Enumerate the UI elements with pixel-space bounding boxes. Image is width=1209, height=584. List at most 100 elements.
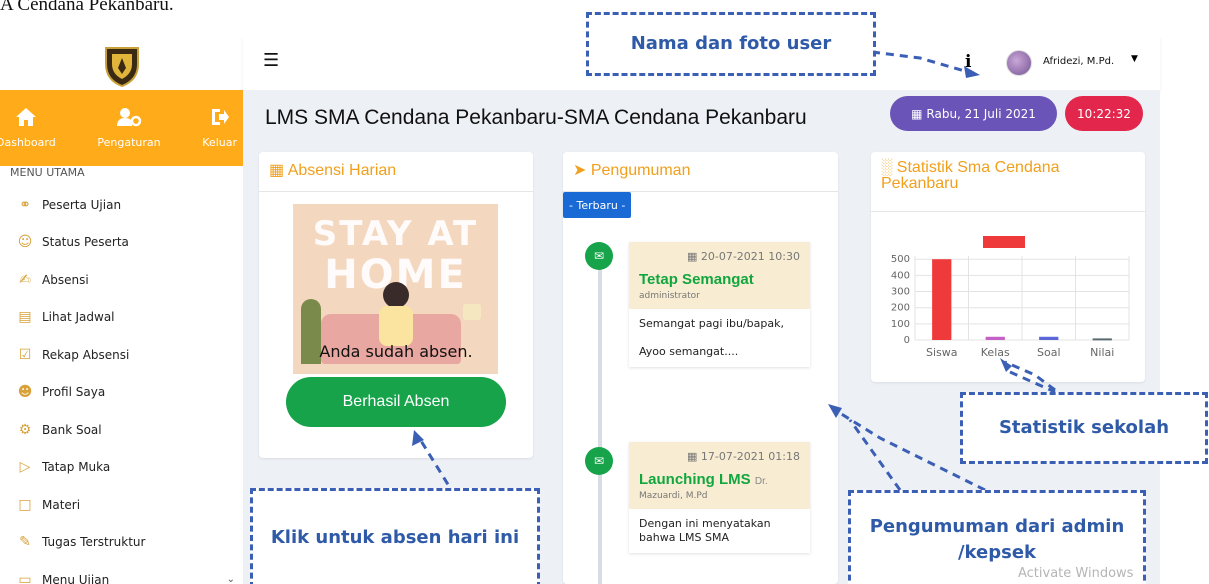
nav-dashboard-label: Dashboard [0,136,56,149]
school-logo [105,47,139,88]
absen-status-message: Anda sudah absen. [319,342,473,361]
sidebar-menu: ⚭ Peserta Ujian ☺ Status Peserta ✍ Absen… [0,186,243,584]
user-gear-icon [116,107,142,132]
announcement-title[interactable]: Launching LMS Dr. [639,471,800,488]
logout-icon [210,107,230,132]
sidebar-item-peserta-ujian[interactable]: ⚭ Peserta Ujian [0,186,243,224]
calendar-icon: ▤ [18,309,32,326]
date-text: Rabu, 21 Juli 2021 [926,106,1036,121]
sidebar-item-materi[interactable]: □ Materi [0,486,243,524]
absensi-icon: ✍ [19,271,31,288]
announcement-body: Semangat pagi ibu/bapak, Ayoo semangat..… [629,309,810,367]
bank-icon: ⚙ [18,421,32,438]
sidebar-item-label: Bank Soal [42,422,102,437]
activate-windows-watermark: Activate Windows [1018,566,1134,581]
bar-chart-icon: ░ [881,159,893,176]
sidebar-item-label: Profil Saya [42,385,106,400]
bar-nilai[interactable] [1092,338,1112,341]
x-tick-label: Soal [1037,346,1061,359]
annotation-statistik: Statistik sekolah [960,392,1208,464]
time-pill: 10:22:32 [1065,96,1143,131]
page-title: LMS SMA Cendana Pekanbaru-SMA Cendana Pe… [265,106,807,129]
home-icon [15,107,37,132]
nav-pengaturan[interactable]: Pengaturan [97,90,161,166]
bar-soal[interactable] [1039,336,1059,340]
sidebar-item-rekap-absensi[interactable]: ☑ Rekap Absensi [0,336,243,374]
sidebar-item-status-peserta[interactable]: ☺ Status Peserta [0,224,243,262]
person-body-shape [379,306,413,346]
sidebar: Dashboard Pengaturan Keluar MENU UTAMA ⚭… [0,36,243,584]
timeline-line [598,248,602,584]
chevron-down-icon: ⌄ [226,574,235,584]
statistik-card-header: ░ Statistik Sma Cendana Pekanbaru [871,152,1145,212]
calendar-icon: ▦ [686,250,698,263]
announcement-header: ▦ 20-07-2021 10:30 Tetap Semangat admini… [629,242,810,309]
caret-down-icon[interactable]: ▼ [1131,54,1138,64]
sidebar-item-label: Tugas Terstruktur [42,535,146,550]
y-tick-label: 500 [891,254,910,265]
sidebar-item-lihat-jadwal[interactable]: ▤ Lihat Jadwal [0,299,243,337]
info-icon[interactable]: i [965,52,971,72]
menu-heading: MENU UTAMA [10,166,85,179]
y-tick-label: 0 [904,335,910,346]
date-pill: ▦ Rabu, 21 Juli 2021 [890,96,1057,131]
person-head-shape [383,282,409,308]
lamp-shape [463,304,481,320]
announcement-title-text: Launching LMS [639,471,751,488]
sidebar-top-nav: Dashboard Pengaturan Keluar [0,90,243,166]
absensi-card: ▦ Absensi Harian STAY AT HOME Anda sudah… [259,152,533,458]
sidebar-item-profil-saya[interactable]: ☻ Profil Saya [0,374,243,412]
video-icon: ▷ [19,459,31,476]
calendar-icon: ▦ [911,106,923,121]
announcement-header: ▦ 17-07-2021 01:18 Launching LMS Dr. Maz… [629,442,810,509]
announcement-item[interactable]: ▦ 17-07-2021 01:18 Launching LMS Dr. Maz… [629,442,810,553]
sidebar-item-tugas-terstruktur[interactable]: ✎ Tugas Terstruktur [0,524,243,562]
announcement-date: ▦ 17-07-2021 01:18 [639,450,800,463]
screenshot-root: A Cendana Pekanbaru. Dashboard Pengatura… [0,0,1209,584]
sidebar-item-label: Menu Ujian [42,572,110,584]
edit-icon: ✎ [19,534,31,551]
calendar-icon: ▦ [686,450,698,463]
calendar-icon: ▦ [269,162,285,179]
announcement-title-suffix: Dr. [754,476,768,487]
sidebar-item-menu-ujian[interactable]: ▭ Menu Ujian ⌄ [0,561,243,584]
announcement-author: administrator [639,291,700,301]
announcement-body-text-2: Ayoo semangat.... [639,345,739,358]
monitor-icon: ▭ [18,571,32,584]
avatar[interactable] [1006,50,1032,76]
sidebar-item-label: Lihat Jadwal [42,310,115,325]
x-tick-label: Nilai [1090,346,1114,359]
announcement-title[interactable]: Tetap Semangat [639,271,800,288]
bar-siswa[interactable] [932,259,952,340]
bar-kelas[interactable] [985,336,1005,340]
nav-keluar[interactable]: Keluar [202,90,237,166]
y-tick-label: 300 [891,287,910,298]
file-icon: □ [18,496,32,513]
announcement-date-text: 17-07-2021 01:18 [700,450,800,463]
sidebar-item-label: Peserta Ujian [42,197,122,212]
sidebar-item-label: Status Peserta [42,235,129,250]
announcement-body-text-1: Dengan ini menyatakan bahwa LMS SMA [639,517,771,544]
y-tick-label: 200 [891,303,910,314]
user-name[interactable]: Afridezi, M.Pd. [1043,56,1114,67]
nav-keluar-label: Keluar [202,136,237,149]
x-tick-label: Siswa [926,346,958,359]
hamburger-menu-icon[interactable]: ☰ [263,50,279,71]
pengumuman-card-header: ➤ Pengumuman [563,152,838,192]
sidebar-item-label: Rekap Absensi [42,347,130,362]
annotation-absen: Klik untuk absen hari ini [250,488,540,584]
annotation-user: Nama dan foto user [586,12,876,76]
sidebar-item-absensi[interactable]: ✍ Absensi [0,261,243,299]
calendar-check-icon: ☑ [18,346,32,363]
announcement-item[interactable]: ▦ 20-07-2021 10:30 Tetap Semangat admini… [629,242,810,367]
envelope-icon: ✉ [585,242,613,270]
sidebar-item-tatap-muka[interactable]: ▷ Tatap Muka [0,449,243,487]
megaphone-icon: ➤ [573,162,587,179]
sidebar-item-bank-soal[interactable]: ⚙ Bank Soal [0,411,243,449]
absensi-card-header: ▦ Absensi Harian [259,152,533,192]
nav-dashboard[interactable]: Dashboard [0,90,56,166]
berhasil-absen-button[interactable]: Berhasil Absen [286,377,506,427]
legend-swatch[interactable] [983,236,1025,248]
y-tick-label: 400 [891,270,910,281]
x-tick-label: Kelas [981,346,1010,359]
